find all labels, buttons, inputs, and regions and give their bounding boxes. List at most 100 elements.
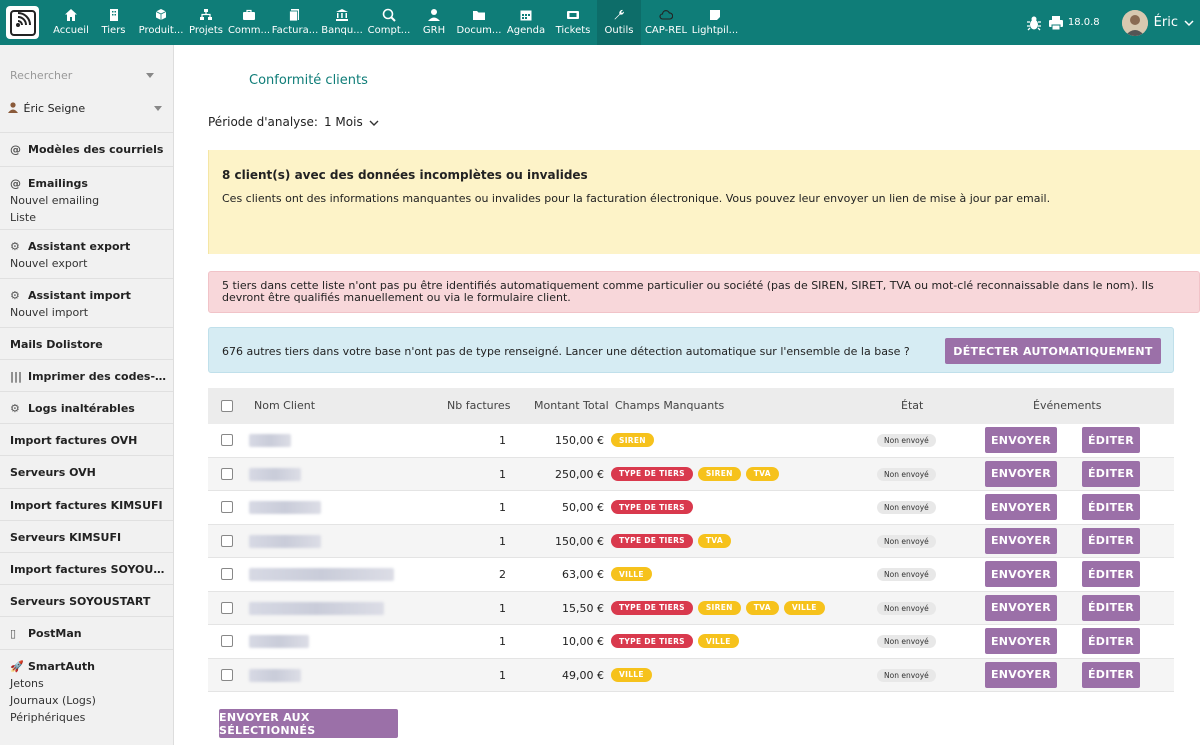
menu-item-agenda[interactable]: Agenda [503, 0, 549, 45]
sidebar-item-label: PostMan [28, 627, 82, 640]
row-checkbox[interactable] [221, 501, 233, 513]
edit-button[interactable]: ÉDITER [1082, 661, 1140, 688]
print-icon[interactable] [1048, 15, 1064, 31]
select-all-checkbox[interactable] [221, 400, 233, 412]
chevron-down-icon[interactable] [1184, 18, 1194, 28]
menu-item-produit[interactable]: Produit... [137, 0, 185, 45]
sidebar-item-label: Serveurs SOYOUSTART [10, 595, 151, 608]
sidebar-subitem[interactable]: Journaux (Logs) [10, 694, 96, 707]
sidebar-item-icon: ▯ [10, 627, 17, 640]
send-button[interactable]: ENVOYER [985, 628, 1057, 654]
row-checkbox[interactable] [221, 668, 233, 681]
user-name[interactable]: Éric [1154, 15, 1178, 30]
client-name-redacted[interactable] [249, 635, 309, 648]
sidebar-block: Serveurs OVH [0, 455, 173, 487]
menu-item-compt[interactable]: Compt... [365, 0, 413, 45]
menu-item-outils[interactable]: Outils [597, 0, 641, 45]
folder-icon [473, 11, 485, 20]
send-selected-button[interactable]: ENVOYER AUX SÉLECTIONNÉS [219, 709, 398, 738]
detect-automatically-button[interactable]: DÉTECTER AUTOMATIQUEMENT [945, 338, 1161, 364]
client-name-redacted[interactable] [249, 534, 321, 548]
sidebar-item[interactable]: Serveurs OVH [10, 466, 168, 479]
menu-item-factura[interactable]: Factura... [271, 0, 319, 45]
app-logo[interactable] [6, 6, 39, 39]
sticky-note-icon [710, 10, 720, 20]
sidebar-item[interactable]: 🚀 SmartAuth [10, 660, 168, 673]
row-checkbox[interactable] [221, 534, 233, 547]
sidebar-block: @ Modèles des courriels [0, 132, 173, 164]
sidebar-item[interactable]: @ Modèles des courriels [10, 143, 168, 156]
sidebar-subitem[interactable]: Jetons [10, 677, 44, 690]
menu-item-tickets[interactable]: Tickets [549, 0, 597, 45]
menu-item-docum[interactable]: Docum... [455, 0, 503, 45]
sidebar-item[interactable]: Import factures OVH [10, 434, 168, 447]
client-name-redacted[interactable] [249, 568, 394, 581]
missing-field-badge: VILLE [697, 634, 739, 648]
user-select[interactable]: Éric Seigne [8, 102, 168, 115]
sidebar-item[interactable]: ⚙ Assistant import [10, 289, 168, 302]
sidebar-item[interactable]: ⚙ Assistant export [10, 240, 168, 253]
header-count[interactable]: Nb factures [447, 399, 510, 412]
sidebar-item[interactable]: ⚙ Logs inaltérables [10, 402, 168, 415]
sidebar-subitem[interactable]: Nouvel import [10, 306, 88, 319]
send-button[interactable]: ENVOYER [985, 494, 1057, 520]
sidebar-item[interactable]: ▯ PostMan [10, 627, 168, 640]
header-amount[interactable]: Montant Total [534, 399, 609, 412]
period-select[interactable]: 1 Mois [324, 115, 381, 129]
sidebar-item[interactable]: Import factures SOYOUST... [10, 563, 168, 576]
menu-item-banqu[interactable]: Banqu... [319, 0, 365, 45]
client-name-redacted[interactable] [249, 434, 291, 447]
client-name-redacted[interactable] [249, 501, 321, 514]
send-button[interactable]: ENVOYER [985, 527, 1057, 554]
row-checkbox[interactable] [221, 601, 233, 614]
menu-item-caprel[interactable]: CAP-REL [641, 0, 691, 45]
invoice-icon [289, 9, 299, 22]
status-badge: Non envoyé [877, 467, 936, 481]
bug-icon[interactable] [1026, 15, 1042, 31]
sidebar-item[interactable]: Import factures KIMSUFI [10, 499, 168, 512]
sidebar-subitem[interactable]: Périphériques [10, 711, 85, 724]
menu-label: Lightpil... [691, 25, 739, 36]
menu-item-comm[interactable]: Comm... [227, 0, 271, 45]
sidebar-item[interactable]: Mails Dolistore [10, 338, 168, 351]
edit-button[interactable]: ÉDITER [1082, 594, 1140, 621]
table-row: 1 10,00 € TYPE DE TIERS VILLE Non envoyé ENVO… [208, 625, 1174, 659]
sidebar-item[interactable]: @ Emailings [10, 177, 168, 190]
edit-button[interactable]: ÉDITER [1082, 494, 1140, 520]
avatar[interactable] [1121, 9, 1148, 36]
edit-button[interactable]: ÉDITER [1082, 460, 1140, 487]
row-checkbox[interactable] [221, 635, 233, 647]
row-checkbox[interactable] [221, 568, 233, 580]
menu-item-grh[interactable]: GRH [413, 0, 455, 45]
client-name-redacted[interactable] [249, 467, 301, 481]
menu-item-projets[interactable]: Projets [185, 0, 227, 45]
edit-button[interactable]: ÉDITER [1082, 561, 1140, 587]
search-placeholder: Rechercher [10, 69, 73, 82]
send-button[interactable]: ENVOYER [985, 594, 1057, 621]
menu-item-lightpil[interactable]: Lightpil... [691, 0, 739, 45]
menu-item-accueil[interactable]: Accueil [52, 0, 90, 45]
send-button[interactable]: ENVOYER [985, 561, 1057, 587]
row-checkbox[interactable] [221, 434, 233, 446]
sidebar-search[interactable]: Rechercher [10, 69, 160, 82]
sidebar-subitem[interactable]: Nouvel export [10, 257, 87, 270]
main-content: Conformité clients Période d'analyse: 1 … [174, 45, 1200, 745]
client-name-redacted[interactable] [249, 668, 301, 682]
sidebar-item[interactable]: Serveurs SOYOUSTART [10, 595, 168, 608]
client-name-redacted[interactable] [249, 601, 384, 615]
header-name[interactable]: Nom Client [254, 399, 315, 412]
edit-button[interactable]: ÉDITER [1082, 628, 1140, 654]
header-fields: Champs Manquants [615, 399, 725, 412]
send-button[interactable]: ENVOYER [985, 661, 1057, 688]
sidebar-item[interactable]: Serveurs KIMSUFI [10, 531, 168, 544]
edit-button[interactable]: ÉDITER [1082, 527, 1140, 554]
sidebar-item[interactable]: ||| Imprimer des codes-b... [10, 370, 168, 383]
sidebar-subitem[interactable]: Liste [10, 211, 36, 224]
send-button[interactable]: ENVOYER [985, 460, 1057, 487]
row-checkbox[interactable] [221, 467, 233, 480]
send-button[interactable]: ENVOYER [985, 427, 1057, 453]
edit-button[interactable]: ÉDITER [1082, 427, 1140, 453]
sidebar-subitem[interactable]: Nouvel emailing [10, 194, 99, 207]
top-navbar: Accueil Tiers Produit... Projets Comm... Fact… [0, 0, 1200, 45]
menu-item-tiers[interactable]: Tiers [90, 0, 137, 45]
